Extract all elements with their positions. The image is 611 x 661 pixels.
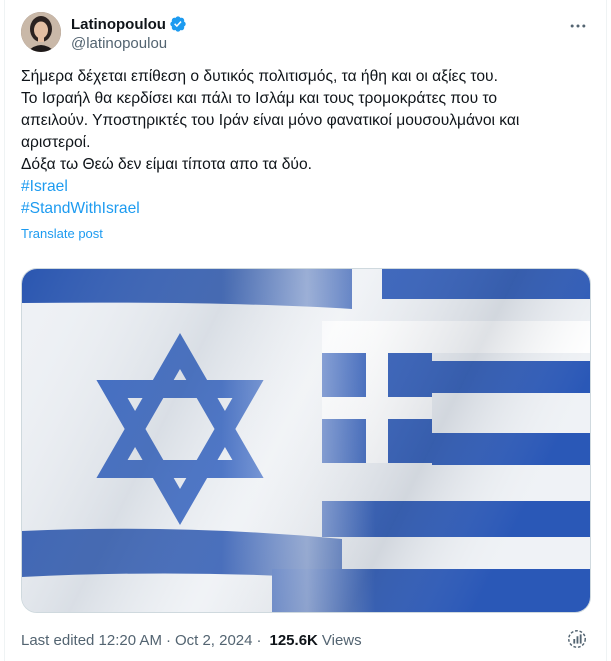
flags-image xyxy=(22,269,590,612)
post-image[interactable] xyxy=(21,268,591,613)
hashtag-standwithisrael[interactable]: #StandWithIsrael xyxy=(21,198,596,220)
separator-dot: · xyxy=(165,632,171,649)
edited-timestamp[interactable]: Last edited 12:20 AM xyxy=(21,632,162,649)
hashtag-israel[interactable]: #Israel xyxy=(21,176,596,198)
post-text-line: Το Ισραήλ θα κερδίσει και πάλι το Ισλάμ … xyxy=(21,90,498,107)
post-text: Σήμερα δέχεται επίθεση ο δυτικός πολιτισ… xyxy=(21,66,596,242)
post-card: Latinopoulou @latinopoulou Σήμερα δέχετα… xyxy=(4,0,607,661)
verified-badge-icon[interactable] xyxy=(169,15,187,33)
post-text-line: αριστεροί. xyxy=(21,134,91,151)
author-handle[interactable]: @latinopoulou xyxy=(71,35,187,52)
post-header: Latinopoulou @latinopoulou xyxy=(21,12,590,56)
analytics-icon[interactable] xyxy=(566,628,588,650)
translate-post-link[interactable]: Translate post xyxy=(21,226,596,242)
author-display-name[interactable]: Latinopoulou xyxy=(71,16,166,33)
views-count: 125.6K xyxy=(269,632,318,649)
post-text-line: Σήμερα δέχεται επίθεση ο δυτικός πολιτισ… xyxy=(21,68,498,85)
separator-dot: · xyxy=(256,632,262,649)
avatar[interactable] xyxy=(21,12,61,52)
views-label: Views xyxy=(321,632,362,649)
post-text-line: απειλούν. Υποστηρικτές του Ιράν είναι μό… xyxy=(21,112,520,129)
post-date[interactable]: Oct 2, 2024 xyxy=(175,632,253,649)
post-text-line: Δόξα τω Θεώ δεν είμαι τίποτα απο τα δύο. xyxy=(21,156,312,173)
avatar-image xyxy=(21,12,61,52)
post-meta: Last edited 12:20 AM · Oct 2, 2024 · 125… xyxy=(21,632,362,649)
author-block: Latinopoulou @latinopoulou xyxy=(71,14,187,52)
more-horizontal-icon[interactable] xyxy=(566,16,590,36)
